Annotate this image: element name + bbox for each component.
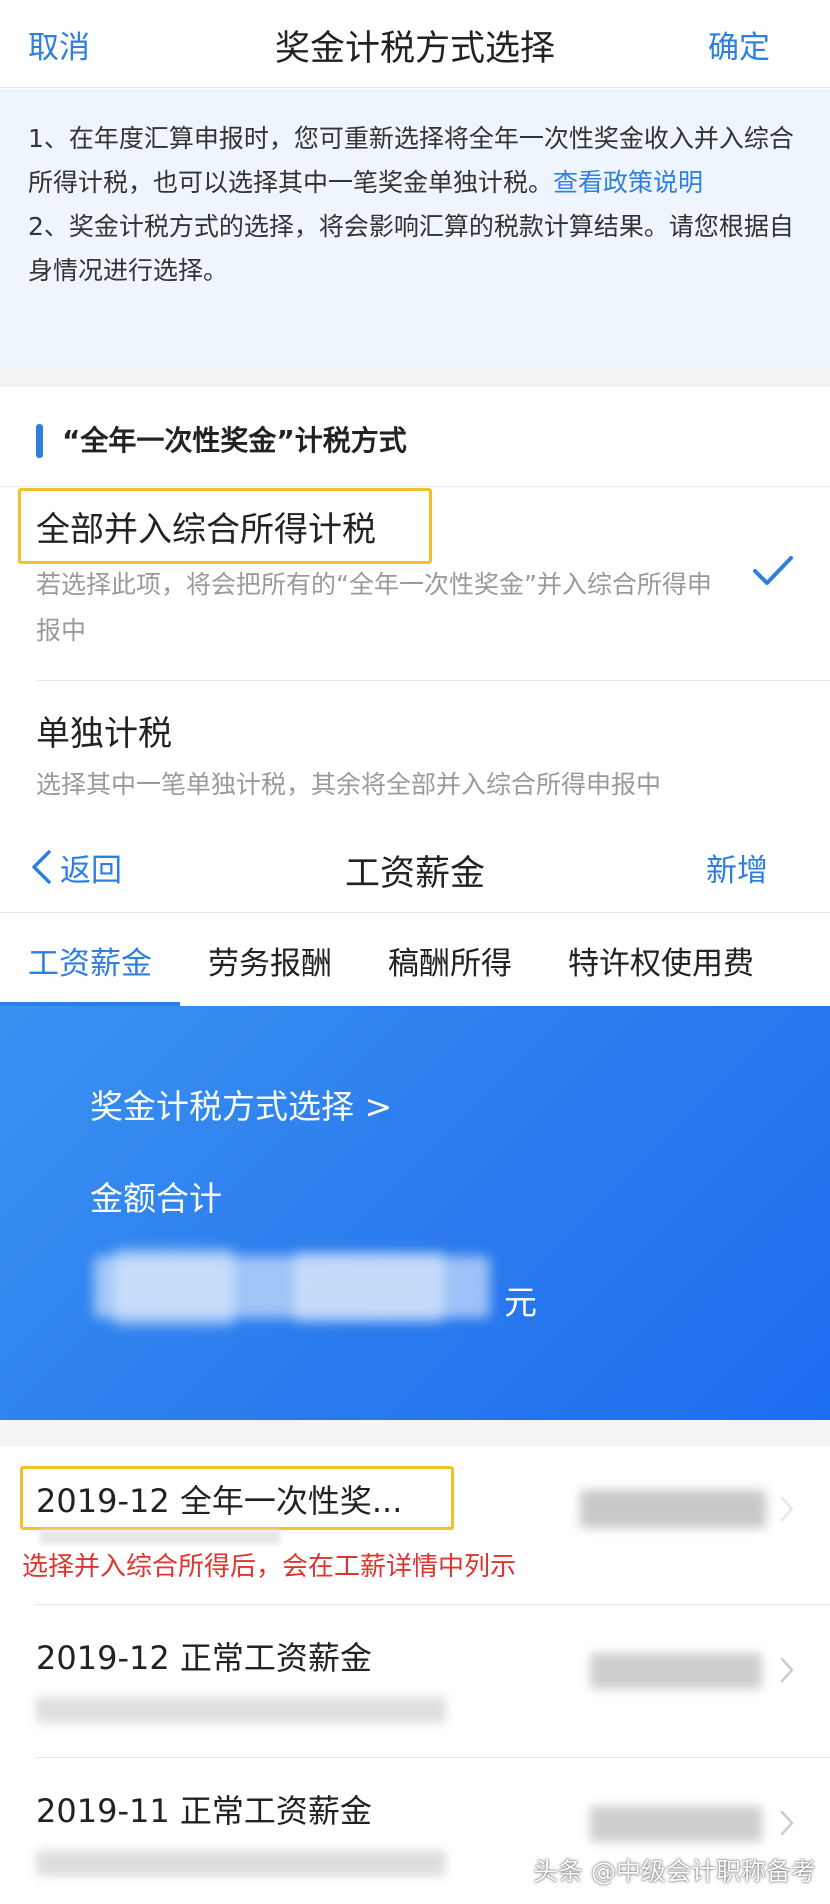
tab-franchise[interactable]: 特许权使用费 xyxy=(568,938,754,983)
blurred-total-amount xyxy=(94,1248,490,1326)
policy-link[interactable]: 查看政策说明 xyxy=(553,168,703,197)
salary-header: 返回 工资薪金 新增 xyxy=(0,821,830,913)
blurred-subtitle xyxy=(40,1530,280,1544)
income-tabs: 工资薪金 劳务报酬 稿酬所得 特许权使用费 xyxy=(0,914,830,1006)
total-label: 金额合计 xyxy=(90,1179,222,1218)
tab-labor[interactable]: 劳务报酬 xyxy=(208,938,332,983)
chevron-right-icon xyxy=(780,1810,794,1836)
tab-salary[interactable]: 工资薪金 xyxy=(28,938,152,983)
annotation-note: 选择并入综合所得后，会在工薪详情中列示 xyxy=(22,1552,517,1582)
blurred-amount xyxy=(580,1490,766,1528)
option-description: 选择其中一笔单独计税，其余将全部并入综合所得申报中 xyxy=(36,770,662,799)
confirm-button[interactable]: 确定 xyxy=(708,22,770,67)
page-title: 奖金计税方式选择 xyxy=(274,29,555,69)
blurred-amount xyxy=(590,1806,762,1842)
section-header: “全年一次性奖金”计税方式 xyxy=(0,387,830,487)
blurred-subtitle xyxy=(36,1697,446,1723)
top-header: 取消 奖金计税方式选择 确定 xyxy=(0,0,830,88)
option-title: 单独计税 xyxy=(36,714,172,754)
option-merge-all[interactable]: 全部并入综合所得计税 若选择此项，将会把所有的“全年一次性奖金”并入综合所得申报… xyxy=(0,488,830,680)
section-gap xyxy=(0,365,830,387)
section-title: “全年一次性奖金”计税方式 xyxy=(62,424,407,457)
notice-box: 1、在年度汇算申报时，您可重新选择将全年一次性奖金收入并入综合所得计税，也可以选… xyxy=(0,89,830,365)
option-title: 全部并入综合所得计税 xyxy=(36,510,376,550)
total-banner: 奖金计税方式选择 > 金额合计 元 xyxy=(0,1006,830,1420)
list-item-title: 2019-11 正常工资薪金 xyxy=(36,1792,372,1830)
list-item-title: 2019-12 正常工资薪金 xyxy=(36,1639,372,1677)
notice-paragraph-2: 2、奖金计税方式的选择，将会影响汇算的税款计算结果。请您根据自身情况进行选择。 xyxy=(28,212,794,285)
checkmark-icon xyxy=(753,556,793,585)
tab-royalty[interactable]: 稿酬所得 xyxy=(388,938,512,983)
list-gap xyxy=(0,1420,830,1446)
chevron-right-icon xyxy=(780,1496,794,1522)
chevron-right-icon xyxy=(780,1657,794,1683)
option-description: 若选择此项，将会把所有的“全年一次性奖金”并入综合所得申报中 xyxy=(36,570,712,645)
list-item-annual-bonus[interactable]: 2019-12 全年一次性奖... 选择并入综合所得后，会在工薪详情中列示 xyxy=(0,1446,830,1604)
watermark: 头条 @中级会计职称备考 xyxy=(533,1857,816,1886)
list-item-salary-2019-12[interactable]: 2019-12 正常工资薪金 xyxy=(0,1605,830,1757)
section-accent-bar xyxy=(36,424,43,458)
blurred-subtitle xyxy=(36,1850,446,1876)
option-separate-tax[interactable]: 单独计税 选择其中一笔单独计税，其余将全部并入综合所得申报中 xyxy=(0,681,830,821)
bonus-method-link[interactable]: 奖金计税方式选择 > xyxy=(90,1080,392,1128)
currency-unit: 元 xyxy=(504,1283,537,1322)
blurred-amount xyxy=(590,1653,762,1689)
add-button[interactable]: 新增 xyxy=(706,845,768,890)
list-item-title: 2019-12 全年一次性奖... xyxy=(36,1482,403,1520)
